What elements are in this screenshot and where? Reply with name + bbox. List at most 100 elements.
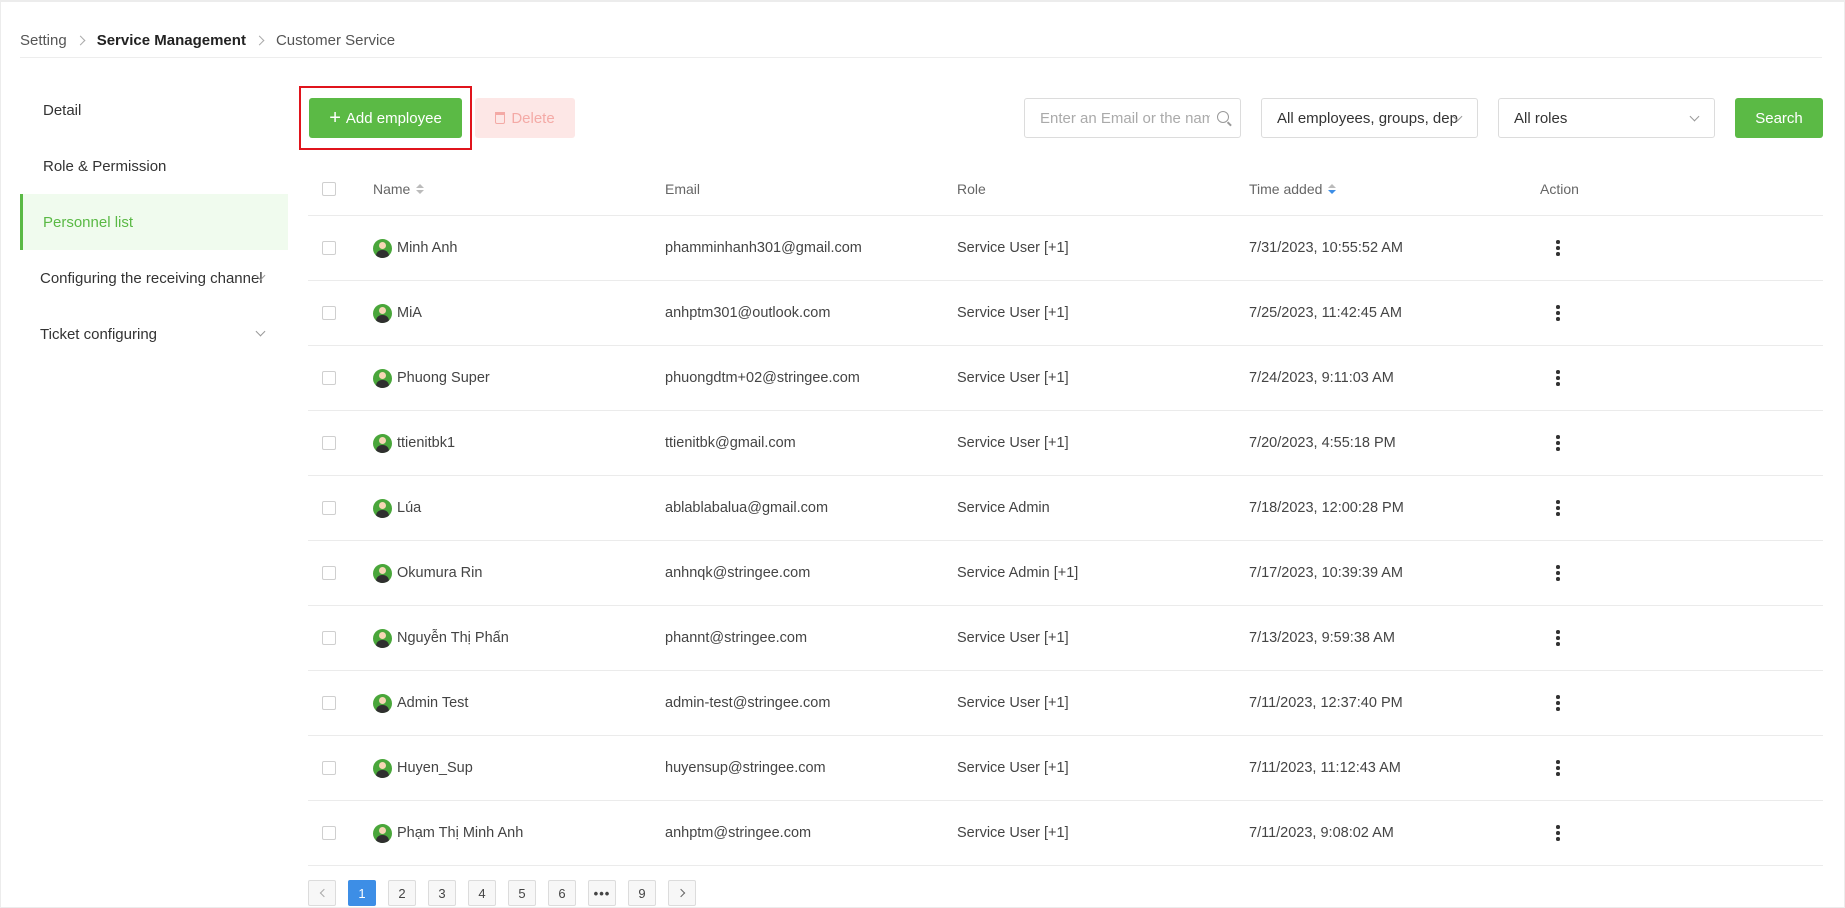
prev-page-button[interactable]	[308, 880, 336, 906]
table-row[interactable]: Huyen_Sup huyensup@stringee.com Service …	[308, 736, 1823, 801]
row-checkbox[interactable]	[322, 501, 336, 515]
chevron-right-icon	[676, 888, 685, 898]
table-row[interactable]: ttienitbk1 ttienitbk@gmail.com Service U…	[308, 411, 1823, 476]
search-button-label: Search	[1755, 109, 1803, 127]
sidebar-item-personnel-list[interactable]: Personnel list	[20, 194, 288, 250]
sort-icon[interactable]	[1328, 183, 1337, 194]
employee-role: Service User [+1]	[957, 240, 1069, 256]
add-employee-button[interactable]: + Add employee	[309, 98, 462, 138]
sidebar-item-label: Detail	[43, 101, 82, 119]
row-checkbox[interactable]	[322, 306, 336, 320]
more-vertical-icon[interactable]	[1548, 303, 1568, 323]
avatar	[373, 238, 392, 258]
more-vertical-icon[interactable]	[1548, 693, 1568, 713]
employee-email: admin-test@stringee.com	[665, 695, 831, 711]
table-body: Minh Anh phamminhanh301@gmail.com Servic…	[308, 216, 1823, 866]
avatar	[373, 368, 392, 388]
header-time-added[interactable]: Time added	[1249, 162, 1337, 215]
row-checkbox[interactable]	[322, 761, 336, 775]
sidebar-item-receiving-channel[interactable]: Configuring the receiving channel	[20, 250, 288, 306]
row-checkbox[interactable]	[322, 696, 336, 710]
roles-filter-value: All roles	[1514, 109, 1568, 127]
table-row[interactable]: Lúa ablablabalua@gmail.com Service Admin…	[308, 476, 1823, 541]
employee-name: Minh Anh	[397, 240, 458, 256]
employee-time-added: 7/24/2023, 9:11:03 AM	[1249, 370, 1394, 386]
employee-name: Phuong Super	[397, 370, 490, 386]
pagination-ellipsis[interactable]: •••	[588, 880, 616, 906]
page-button-6[interactable]: 6	[548, 880, 576, 906]
add-employee-label: Add employee	[345, 109, 442, 127]
more-vertical-icon[interactable]	[1548, 628, 1568, 648]
employee-time-added: 7/11/2023, 12:37:40 PM	[1249, 695, 1403, 711]
plus-icon: +	[329, 107, 341, 129]
sidebar-item-label: Role & Permission	[43, 157, 167, 175]
employee-email: ttienitbk@gmail.com	[665, 435, 796, 451]
more-vertical-icon[interactable]	[1548, 498, 1568, 518]
table-row[interactable]: Phuong Super phuongdtm+02@stringee.com S…	[308, 346, 1823, 411]
employees-filter-select[interactable]: All employees, groups, dep	[1261, 98, 1478, 138]
row-checkbox[interactable]	[322, 566, 336, 580]
breadcrumb-service-management[interactable]: Service Management	[97, 32, 246, 49]
employee-name: Lúa	[397, 500, 422, 516]
employee-name: Huyen_Sup	[397, 760, 473, 776]
header-action: Action	[1540, 180, 1579, 197]
employee-role: Service User [+1]	[957, 695, 1069, 711]
employee-time-added: 7/20/2023, 4:55:18 PM	[1249, 435, 1396, 451]
page-button-4[interactable]: 4	[468, 880, 496, 906]
row-checkbox[interactable]	[322, 241, 336, 255]
breadcrumb-setting[interactable]: Setting	[20, 32, 67, 49]
page-button-2[interactable]: 2	[388, 880, 416, 906]
employee-email: huyensup@stringee.com	[665, 760, 826, 776]
delete-label: Delete	[511, 109, 555, 127]
search-button[interactable]: Search	[1735, 98, 1823, 138]
more-vertical-icon[interactable]	[1548, 563, 1568, 583]
avatar	[373, 628, 392, 648]
table-row[interactable]: Nguyễn Thị Phấn phannt@stringee.com Serv…	[308, 606, 1823, 671]
table-row[interactable]: Okumura Rin anhnqk@stringee.com Service …	[308, 541, 1823, 606]
more-vertical-icon[interactable]	[1548, 368, 1568, 388]
more-vertical-icon[interactable]	[1548, 758, 1568, 778]
search-icon	[1217, 111, 1229, 123]
page-button-1[interactable]: 1	[348, 880, 376, 906]
employee-time-added: 7/11/2023, 11:12:43 AM	[1249, 760, 1401, 776]
employee-name: ttienitbk1	[397, 435, 456, 451]
row-checkbox[interactable]	[322, 436, 336, 450]
sidebar-item-detail[interactable]: Detail	[20, 82, 288, 138]
pagination: 1 2 3 4 5 6 ••• 9	[308, 880, 696, 906]
more-vertical-icon[interactable]	[1548, 823, 1568, 843]
table-row[interactable]: Phạm Thị Minh Anh anhptm@stringee.com Se…	[308, 801, 1823, 866]
trash-icon	[495, 112, 506, 124]
sidebar-item-label: Configuring the receiving channel	[40, 269, 263, 287]
more-vertical-icon[interactable]	[1548, 433, 1568, 453]
employee-time-added: 7/13/2023, 9:59:38 AM	[1249, 630, 1395, 646]
table-row[interactable]: Minh Anh phamminhanh301@gmail.com Servic…	[308, 216, 1823, 281]
sidebar-item-ticket-configuring[interactable]: Ticket configuring	[20, 306, 288, 362]
table-row[interactable]: Admin Test admin-test@stringee.com Servi…	[308, 671, 1823, 736]
avatar	[373, 563, 392, 583]
avatar	[373, 303, 392, 323]
avatar	[373, 433, 392, 453]
header-name[interactable]: Name	[373, 162, 425, 215]
next-page-button[interactable]	[668, 880, 696, 906]
sort-icon[interactable]	[416, 183, 425, 194]
avatar	[373, 498, 392, 518]
page-button-9[interactable]: 9	[628, 880, 656, 906]
roles-filter-select[interactable]: All roles	[1498, 98, 1715, 138]
more-vertical-icon[interactable]	[1548, 238, 1568, 258]
page-button-5[interactable]: 5	[508, 880, 536, 906]
row-checkbox[interactable]	[322, 826, 336, 840]
sidebar-item-label: Ticket configuring	[40, 325, 157, 343]
employee-email: anhnqk@stringee.com	[665, 565, 811, 581]
chevron-left-icon	[319, 888, 328, 898]
select-all-checkbox[interactable]	[322, 181, 336, 196]
employee-time-added: 7/31/2023, 10:55:52 AM	[1249, 240, 1403, 256]
row-checkbox[interactable]	[322, 631, 336, 645]
table-row[interactable]: MiA anhptm301@outlook.com Service User […	[308, 281, 1823, 346]
employee-time-added: 7/17/2023, 10:39:39 AM	[1249, 565, 1403, 581]
avatar	[373, 693, 392, 713]
search-input[interactable]	[1024, 98, 1241, 138]
page-button-3[interactable]: 3	[428, 880, 456, 906]
row-checkbox[interactable]	[322, 371, 336, 385]
sidebar-item-role-permission[interactable]: Role & Permission	[20, 138, 288, 194]
delete-button[interactable]: Delete	[475, 98, 575, 138]
